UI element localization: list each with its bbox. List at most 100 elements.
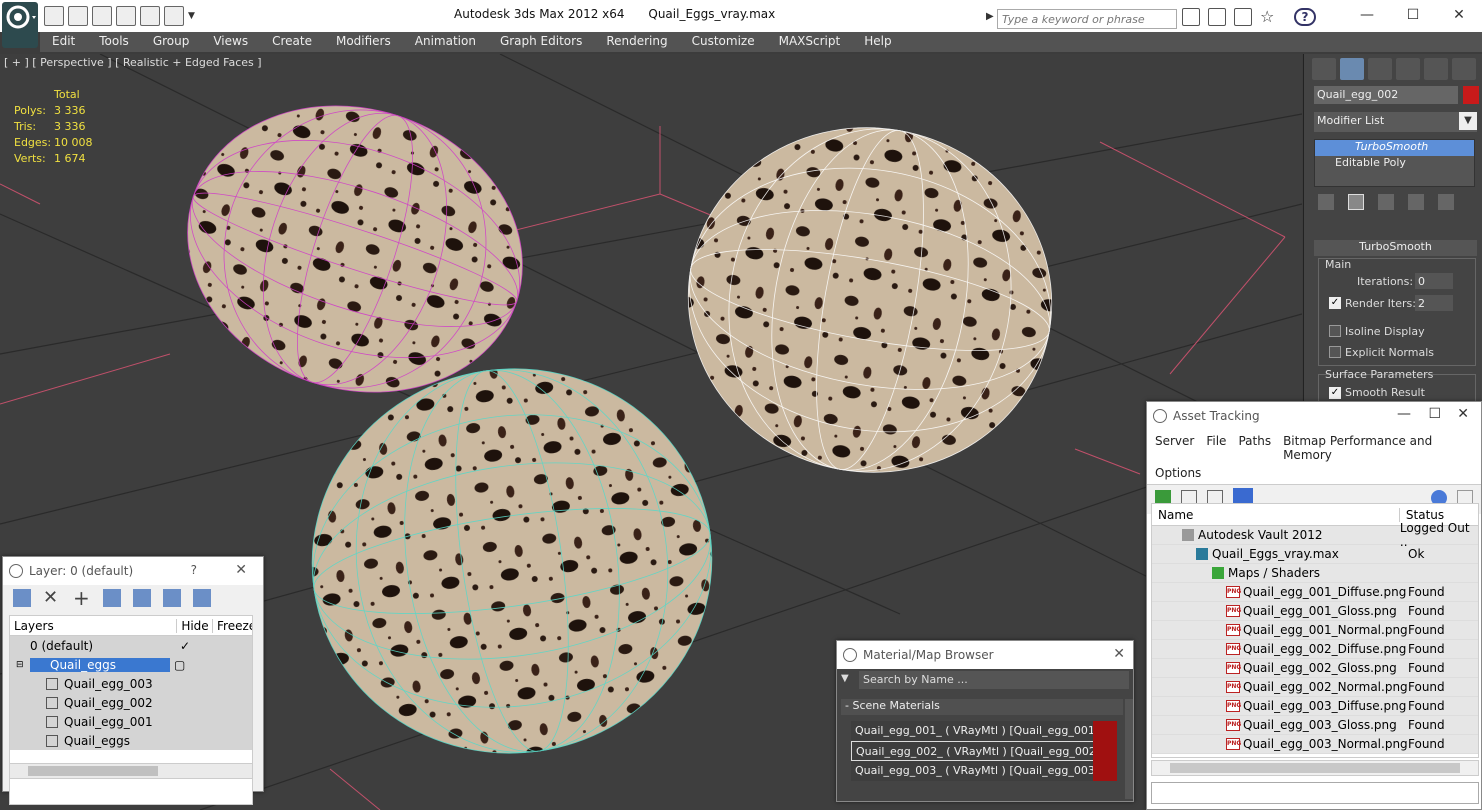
layer-horizontal-scrollbar[interactable] <box>9 763 253 779</box>
asset-row[interactable]: PNG Quail_egg_002_Diffuse.png Found <box>1152 640 1478 659</box>
create-layer-icon[interactable] <box>13 589 31 607</box>
search-expand-icon[interactable]: ▶ <box>986 11 994 22</box>
asset-horizontal-scrollbar[interactable] <box>1151 760 1479 776</box>
material-item[interactable]: Quail_egg_002_ ( VRayMtl ) [Quail_egg_00… <box>851 741 1117 761</box>
menu-maxscript[interactable]: MAXScript <box>767 32 853 52</box>
asset-row[interactable]: Autodesk Vault 2012 Logged Out .. <box>1152 521 1478 549</box>
select-in-layer-icon[interactable] <box>103 589 121 607</box>
object-color-swatch[interactable] <box>1463 86 1479 104</box>
menu-tools[interactable]: Tools <box>87 32 141 52</box>
layer-row[interactable]: 0 (default) ✓ <box>10 636 252 655</box>
save-icon[interactable] <box>68 6 88 26</box>
material-item[interactable]: Quail_egg_001_ ( VRayMtl ) [Quail_egg_00… <box>851 721 1117 741</box>
minimize-icon[interactable]: — <box>1397 406 1411 422</box>
communication-icon[interactable] <box>1234 8 1252 26</box>
scrollbar-thumb[interactable] <box>1170 763 1460 773</box>
material-browser-close-icon[interactable]: ✕ <box>1113 646 1125 662</box>
scene-materials-header[interactable]: - Scene Materials <box>841 699 1123 715</box>
motion-tab-icon[interactable] <box>1396 58 1420 80</box>
stack-item-editable-poly[interactable]: Editable Poly <box>1315 156 1474 172</box>
object-name-field[interactable]: Quail_egg_002 <box>1314 86 1458 104</box>
maximize-icon[interactable]: ☐ <box>1390 0 1436 30</box>
asset-row[interactable]: PNG Quail_egg_003_Normal.png Found <box>1152 735 1478 754</box>
remove-modifier-icon[interactable] <box>1408 194 1424 210</box>
open-folder-icon[interactable] <box>44 6 64 26</box>
menu-modifiers[interactable]: Modifiers <box>324 32 403 52</box>
viewport-label[interactable]: [ + ] [ Perspective ] [ Realistic + Edge… <box>4 56 262 69</box>
qat-dropdown-icon[interactable]: ▼ <box>188 6 198 28</box>
scrollbar-thumb[interactable] <box>28 766 158 776</box>
layer-help-button[interactable]: ? <box>191 563 197 577</box>
egg-mesh-3[interactable] <box>287 343 737 779</box>
asset-row[interactable]: PNG Quail_egg_001_Diffuse.png Found <box>1152 583 1478 602</box>
asset-row[interactable]: PNG Quail_egg_003_Diffuse.png Found <box>1152 697 1478 716</box>
iterations-spinner[interactable]: 0 <box>1415 273 1453 289</box>
make-unique-icon[interactable] <box>1378 194 1394 210</box>
display-tab-icon[interactable] <box>1424 58 1448 80</box>
col-status[interactable]: Status <box>1398 507 1478 522</box>
redo-icon[interactable] <box>164 6 184 26</box>
close-icon[interactable]: ✕ <box>1436 0 1482 30</box>
menu-create[interactable]: Create <box>260 32 324 52</box>
minimize-icon[interactable]: — <box>1344 0 1390 30</box>
asset-row[interactable]: PNG Quail_egg_001_Normal.png Found <box>1152 621 1478 640</box>
layer-row[interactable]: Quail_egg_003 <box>10 674 252 693</box>
help-icon[interactable]: ? <box>1294 8 1316 26</box>
render-iters-checkbox[interactable]: ✓ <box>1329 297 1341 309</box>
highlight-layer-icon[interactable] <box>133 589 151 607</box>
layer-row[interactable]: Quail_egg_001 <box>10 712 252 731</box>
col-layers[interactable]: Layers <box>10 619 176 633</box>
menu-group[interactable]: Group <box>141 32 202 52</box>
asset-row[interactable]: PNG Quail_egg_003_Gloss.png Found <box>1152 716 1478 735</box>
smooth-result-checkbox[interactable]: ✓ <box>1329 387 1341 399</box>
layer-row[interactable]: ⊟ Quail_eggs ▢ <box>10 655 252 674</box>
layer-row[interactable]: Quail_egg_002 <box>10 693 252 712</box>
menu-paths[interactable]: Paths <box>1238 434 1271 462</box>
menu-edit[interactable]: Edit <box>40 32 87 52</box>
modify-tab-icon[interactable] <box>1340 58 1364 80</box>
menu-bitmap-performance[interactable]: Bitmap Performance and Memory <box>1283 434 1473 462</box>
material-search-input[interactable]: Search by Name ... <box>859 671 1129 689</box>
configure-modifier-sets-icon[interactable] <box>1438 194 1454 210</box>
asset-row[interactable]: PNG Quail_egg_002_Normal.png Found <box>1152 678 1478 697</box>
create-tab-icon[interactable] <box>1312 58 1336 80</box>
stack-item-turbosmooth[interactable]: TurboSmooth <box>1315 140 1474 156</box>
application-button[interactable] <box>2 2 38 48</box>
hierarchy-tab-icon[interactable] <box>1368 58 1392 80</box>
menu-customize[interactable]: Customize <box>680 32 767 52</box>
material-scrollbar[interactable] <box>1125 699 1133 799</box>
close-icon[interactable]: ✕ <box>1457 406 1469 422</box>
browser-options-icon[interactable]: ▼ <box>841 673 849 684</box>
explicit-normals-checkbox[interactable] <box>1329 346 1341 358</box>
pin-stack-icon[interactable] <box>1318 194 1334 210</box>
render-iters-spinner[interactable]: 2 <box>1415 295 1453 311</box>
col-freeze[interactable]: Freeze <box>212 618 252 633</box>
col-name[interactable]: Name <box>1152 508 1399 522</box>
project-icon[interactable] <box>116 6 136 26</box>
search-input[interactable]: Type a keyword or phrase <box>997 9 1177 29</box>
chevron-down-icon[interactable]: ▼ <box>1459 112 1477 130</box>
menu-views[interactable]: Views <box>201 32 260 52</box>
maximize-icon[interactable]: ☐ <box>1428 406 1441 422</box>
layer-row[interactable]: Quail_eggs <box>10 731 252 750</box>
menu-help[interactable]: Help <box>852 32 903 52</box>
expand-icon[interactable]: ⊟ <box>16 660 26 670</box>
utilities-tab-icon[interactable] <box>1452 58 1476 80</box>
menu-animation[interactable]: Animation <box>403 32 488 52</box>
new-file-icon[interactable] <box>92 6 112 26</box>
col-hide[interactable]: Hide <box>176 618 212 633</box>
hide-all-layers-icon[interactable] <box>163 589 181 607</box>
freeze-all-layers-icon[interactable] <box>193 589 211 607</box>
menu-graph-editors[interactable]: Graph Editors <box>488 32 594 52</box>
turbosmooth-rollout-header[interactable]: TurboSmooth <box>1314 240 1477 256</box>
layer-close-icon[interactable]: ✕ <box>235 562 247 578</box>
isoline-display-checkbox[interactable] <box>1329 325 1341 337</box>
add-to-layer-icon[interactable]: + <box>73 588 91 608</box>
menu-options[interactable]: Options <box>1147 462 1481 484</box>
material-item[interactable]: Quail_egg_003_ ( VRayMtl ) [Quail_egg_00… <box>851 761 1117 781</box>
binoculars-icon[interactable] <box>1182 8 1200 26</box>
star-icon[interactable]: ☆ <box>1260 8 1278 26</box>
menu-server[interactable]: Server <box>1155 434 1194 462</box>
modifier-list-dropdown[interactable]: Modifier List ▼ <box>1314 112 1477 132</box>
current-layer-icon[interactable]: ▢ <box>174 658 185 672</box>
